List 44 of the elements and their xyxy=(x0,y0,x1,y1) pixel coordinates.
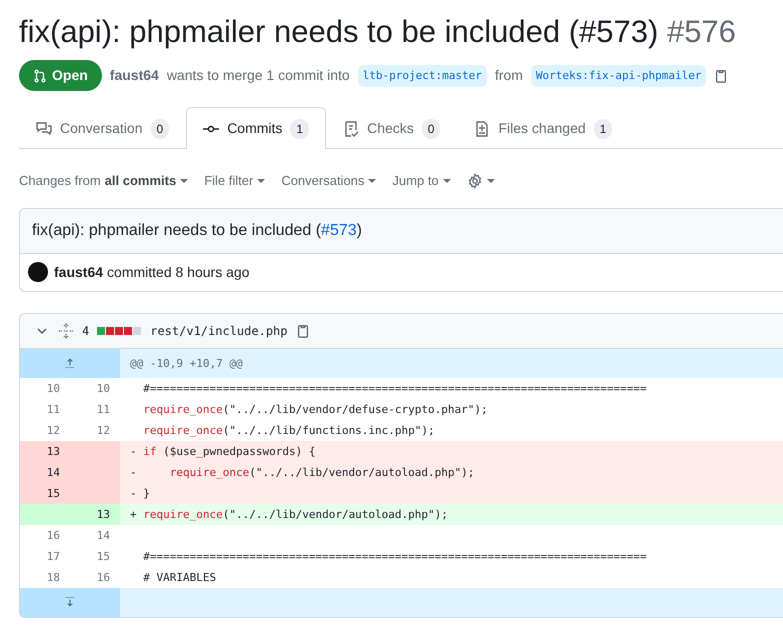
changes-dropdown[interactable]: Changes from all commits xyxy=(19,171,188,191)
tab-count: 0 xyxy=(422,118,440,139)
tab[interactable]: Conversation 0 xyxy=(19,107,186,150)
pr-number: #576 xyxy=(666,14,736,49)
hunk-header: @@ -10,9 +10,7 @@ xyxy=(120,348,783,378)
copy-icon xyxy=(714,68,728,83)
line-number: 13 xyxy=(70,504,120,525)
avatar[interactable] xyxy=(28,262,48,282)
tab[interactable]: Files changed 1 xyxy=(457,107,630,150)
toolbar-dropdown[interactable]: Jump to xyxy=(392,171,451,191)
head-branch[interactable]: Worteks:fix-api-phpmailer xyxy=(530,64,706,88)
toolbar-dropdown[interactable]: File filter xyxy=(204,171,266,191)
settings-dropdown[interactable] xyxy=(466,173,495,190)
file-diff-icon xyxy=(474,120,490,137)
commit-time: committed 8 hours ago xyxy=(107,262,250,282)
expand-up-icon xyxy=(64,357,76,370)
changes-count: 4 xyxy=(82,322,90,340)
expand-icon xyxy=(58,322,74,339)
status-badge: Open xyxy=(19,60,102,92)
tab[interactable]: Commits 1 xyxy=(186,107,326,150)
base-branch[interactable]: ltb-project:master xyxy=(358,64,487,88)
pull-request-icon xyxy=(33,68,47,83)
tab[interactable]: Checks 0 xyxy=(326,107,458,150)
conversation-icon xyxy=(36,120,52,137)
tab-count: 0 xyxy=(150,118,170,139)
author-link[interactable]: faust64 xyxy=(54,262,104,283)
line-number: 15 xyxy=(20,482,70,504)
expand-down-icon xyxy=(64,596,76,608)
commit-title: fix(api): phpmailer needs to be included (#573) xyxy=(20,208,783,254)
line-number: 14 xyxy=(20,462,70,483)
settings-icon xyxy=(466,173,483,190)
file-path[interactable]: rest/v1/include.php xyxy=(150,322,288,340)
tab-count: 1 xyxy=(594,118,612,139)
commit-link[interactable]: #573 xyxy=(321,222,357,239)
copy-icon xyxy=(296,324,310,338)
line-number-gutter xyxy=(20,504,70,525)
author-link[interactable]: faust64 xyxy=(110,65,159,86)
from-text: from xyxy=(494,66,523,86)
toolbar-dropdown[interactable]: Conversations xyxy=(281,171,376,191)
tab-count: 1 xyxy=(290,118,310,139)
line-number: 13 xyxy=(20,440,70,462)
checklist-icon xyxy=(343,120,360,137)
merge-text: wants to merge 1 commit into xyxy=(166,66,350,86)
pr-title: fix(api): phpmailer needs to be included (#573) xyxy=(19,14,658,49)
